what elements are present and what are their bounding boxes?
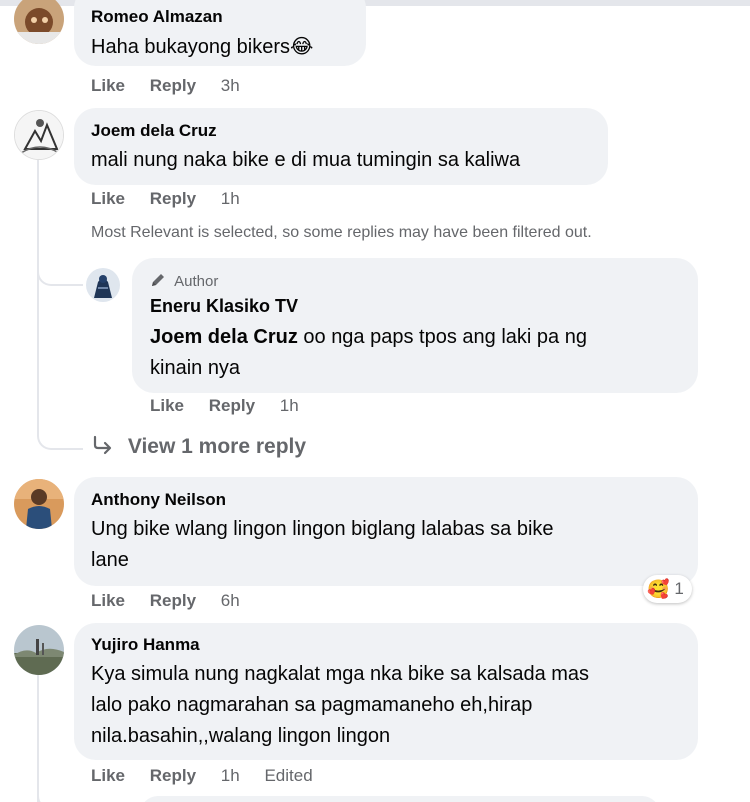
pen-icon: [150, 272, 166, 292]
comments-panel: Romeo Almazan Haha bukayong bikers😂 Like…: [0, 0, 750, 802]
thread-line: [37, 160, 39, 425]
author-badge: Author: [150, 272, 218, 292]
comment-timestamp[interactable]: 1h: [221, 189, 240, 209]
comment-text: Kya simula nung nagkalat mga nka bike sa…: [91, 663, 590, 747]
comment-actions: Like Reply 6h: [91, 591, 240, 611]
reply-button[interactable]: Reply: [150, 766, 196, 786]
care-reaction-icon: 🥰: [647, 578, 670, 599]
reply-author[interactable]: Eneru Klasiko TV: [150, 296, 298, 317]
like-button[interactable]: Like: [91, 766, 125, 786]
reaction-summary[interactable]: 🥰 1: [643, 575, 692, 603]
reply-actions: Like Reply 1h: [150, 396, 299, 416]
comment-text: mali nung naka bike e di mua tumingin sa…: [91, 149, 521, 171]
avatar[interactable]: [14, 110, 64, 160]
reply-text: Joem dela Cruz oo nga paps tpos ang laki…: [150, 326, 587, 379]
reply-button[interactable]: Reply: [150, 591, 196, 611]
comment-timestamp[interactable]: 6h: [221, 591, 240, 611]
reply-button[interactable]: Reply: [150, 189, 196, 209]
avatar[interactable]: [86, 268, 120, 302]
comment-timestamp[interactable]: 1h: [221, 766, 240, 786]
comment-author[interactable]: Yujiro Hanma: [91, 635, 200, 655]
reply-timestamp[interactable]: 1h: [280, 396, 299, 416]
reply-arrow-icon: [92, 435, 114, 461]
comment-actions: Like Reply 3h: [91, 76, 240, 96]
like-button[interactable]: Like: [150, 396, 184, 416]
reply-connector: [37, 420, 83, 450]
comment-text: Ung bike wlang lingon lingon biglang lal…: [91, 518, 554, 571]
comment-actions: Like Reply 1h: [91, 189, 240, 209]
comment-author[interactable]: Anthony Neilson: [91, 490, 226, 510]
edited-label: Edited: [264, 766, 313, 785]
reply-connector: [37, 250, 83, 286]
comment-author[interactable]: Joem dela Cruz: [91, 121, 217, 141]
reply-bubble: [140, 796, 660, 802]
reply-button[interactable]: Reply: [150, 76, 196, 96]
reaction-count: 1: [674, 579, 684, 598]
like-button[interactable]: Like: [91, 591, 125, 611]
like-button[interactable]: Like: [91, 76, 125, 96]
mention-link[interactable]: Joem dela Cruz: [150, 326, 298, 348]
avatar[interactable]: [14, 0, 64, 44]
filter-notice: Most Relevant is selected, so some repli…: [91, 224, 592, 241]
view-more-replies-button[interactable]: View 1 more reply: [92, 435, 306, 461]
avatar[interactable]: [14, 625, 64, 675]
reply-button[interactable]: Reply: [209, 396, 255, 416]
like-button[interactable]: Like: [91, 189, 125, 209]
comment-text: Haha bukayong bikers😂: [91, 36, 314, 58]
comment-actions: Like Reply 1h Edited: [91, 766, 313, 786]
comment-timestamp[interactable]: 3h: [221, 76, 240, 96]
avatar[interactable]: [14, 479, 64, 529]
reply-connector: [37, 780, 83, 802]
comment-author[interactable]: Romeo Almazan: [91, 7, 223, 27]
